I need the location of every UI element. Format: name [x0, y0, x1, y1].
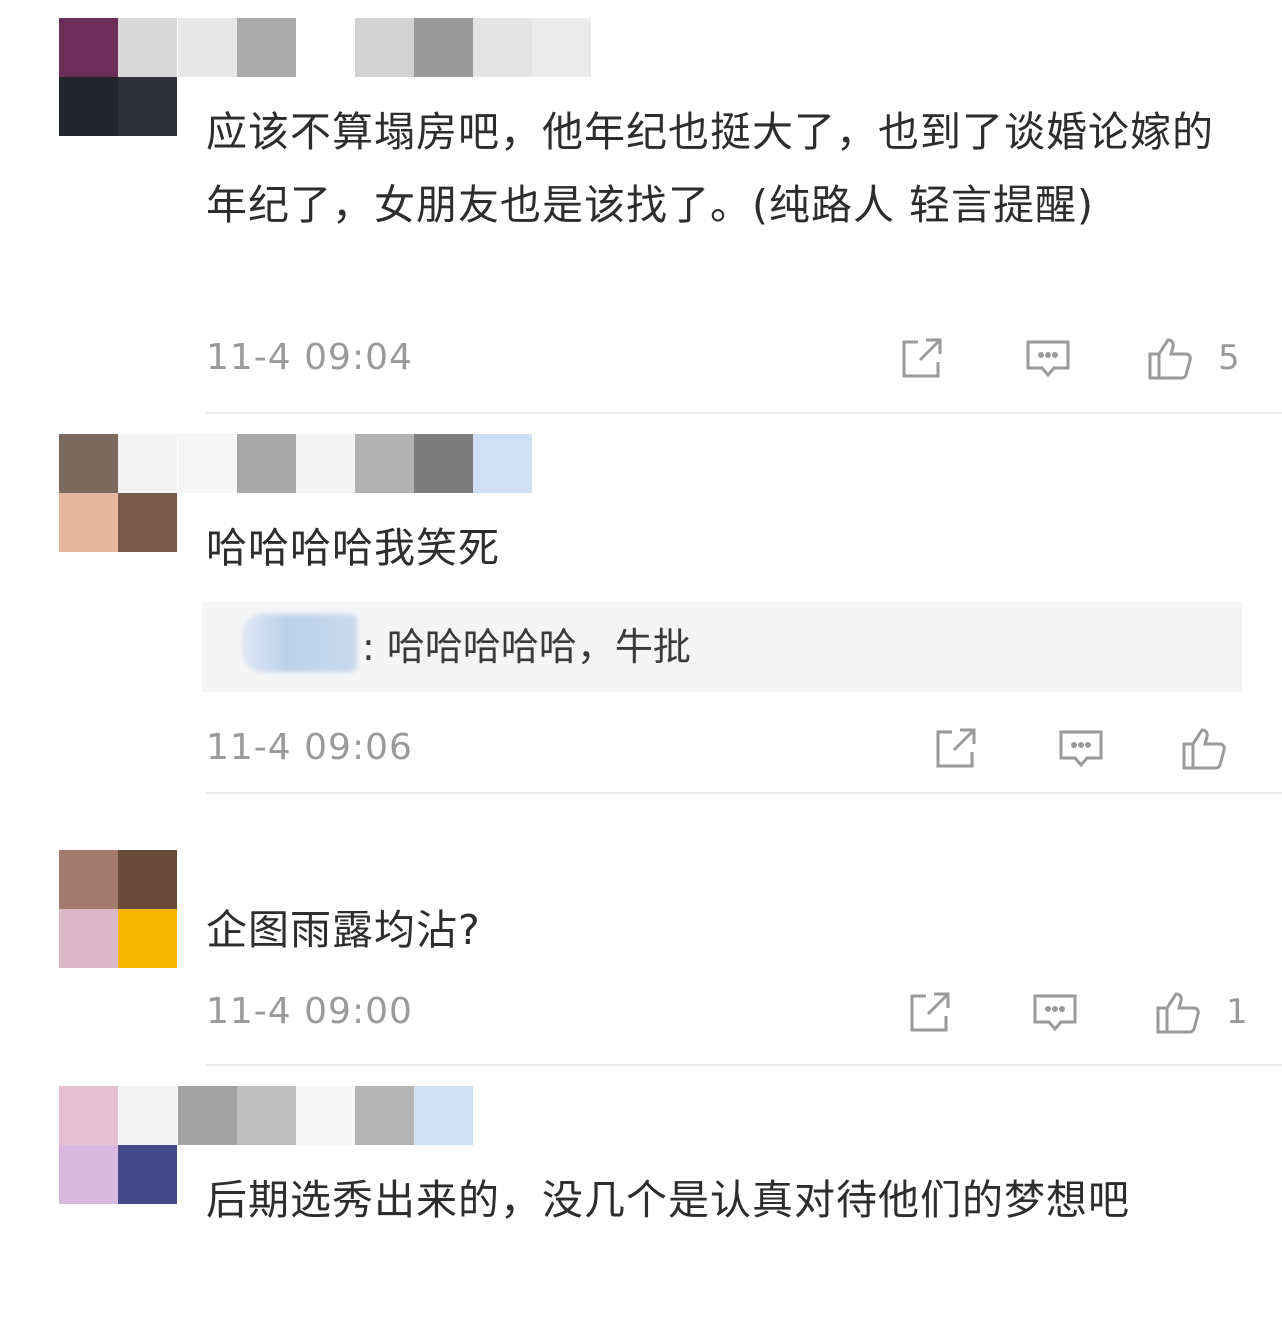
like-button[interactable] — [1146, 334, 1194, 382]
comment-button[interactable] — [1031, 988, 1079, 1036]
comment-button[interactable] — [1057, 724, 1105, 772]
comment-time: 11-4 09:00 — [206, 991, 413, 1032]
like-button[interactable] — [1180, 724, 1228, 772]
reply-text: : 哈哈哈哈哈，牛批 — [362, 625, 691, 669]
username-mosaic[interactable] — [178, 1086, 473, 1145]
thumbs-up-icon — [1148, 338, 1192, 380]
like-count: 5 — [1218, 338, 1240, 378]
thumbs-up-icon — [1182, 728, 1226, 770]
comment-icon — [1059, 730, 1103, 768]
comment-text: 企图雨露均沾? — [206, 906, 481, 954]
share-icon — [936, 728, 976, 768]
share-icon — [902, 338, 942, 378]
username-mosaic[interactable] — [178, 18, 591, 77]
reply-username-blur — [242, 614, 357, 672]
divider — [206, 412, 1282, 414]
comment-text: 哈哈哈哈我笑死 — [206, 524, 500, 572]
share-button[interactable] — [932, 724, 980, 772]
comment-icon — [1033, 994, 1077, 1032]
avatar[interactable] — [59, 434, 177, 552]
like-count: 1 — [1226, 992, 1248, 1032]
thumbs-up-icon — [1156, 992, 1200, 1034]
comment-button[interactable] — [1024, 334, 1072, 382]
comment-text: 应该不算塌房吧，他年纪也挺大了，也到了谈婚论嫁的年纪了，女朋友也是该找了。(纯路… — [206, 108, 1214, 229]
comment-time: 11-4 09:04 — [206, 337, 413, 378]
like-button[interactable] — [1154, 988, 1202, 1036]
comment-text: 后期选秀出来的，没几个是认真对待他们的梦想吧 — [206, 1176, 1130, 1224]
share-button[interactable] — [906, 988, 954, 1036]
avatar[interactable] — [59, 850, 177, 968]
share-button[interactable] — [898, 334, 946, 382]
divider — [206, 1064, 1282, 1066]
username-mosaic[interactable] — [178, 434, 532, 493]
avatar[interactable] — [59, 18, 177, 136]
comment-time: 11-4 09:06 — [206, 727, 413, 768]
divider — [206, 792, 1282, 794]
comment-icon — [1026, 340, 1070, 378]
reply-box[interactable]: : 哈哈哈哈哈，牛批 — [202, 602, 1242, 692]
share-icon — [910, 992, 950, 1032]
avatar[interactable] — [59, 1086, 177, 1204]
